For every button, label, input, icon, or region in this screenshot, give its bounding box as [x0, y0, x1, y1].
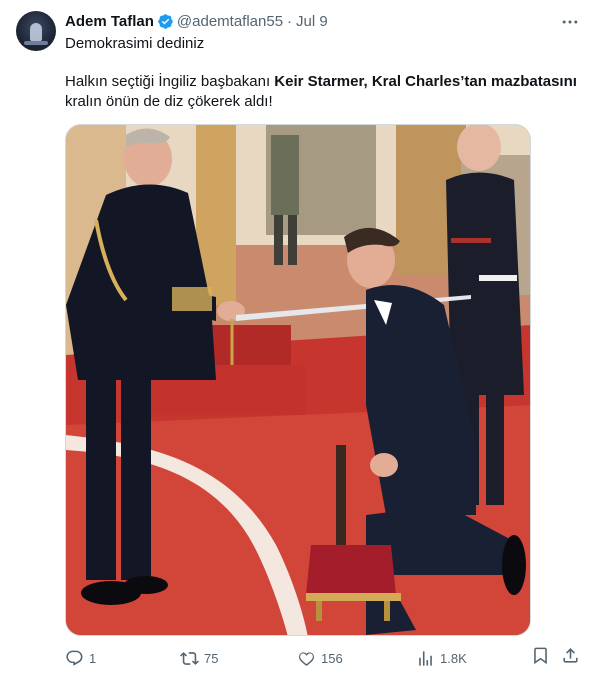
like-count: 156	[321, 650, 343, 666]
tweet-body: Halkın seçtiği İngiliz başbakanı Keir St…	[65, 72, 580, 112]
views-button[interactable]: 1.8K	[416, 646, 467, 670]
action-bar: 1 75 156 1.8K	[65, 646, 580, 670]
heart-icon	[299, 651, 314, 666]
author-handle[interactable]: @ademtaflan55	[177, 13, 283, 30]
retweet-button[interactable]: 75	[180, 646, 218, 670]
like-button[interactable]: 156	[297, 646, 343, 670]
tweet-media-photo[interactable]	[65, 124, 531, 636]
bookmark-icon	[534, 647, 547, 665]
retweet-count: 75	[204, 650, 219, 666]
bookmark-button[interactable]	[531, 646, 550, 670]
tweet: Adem Taflan @ademtaflan55 · Jul 9 Demokr…	[0, 0, 596, 675]
share-icon	[563, 648, 578, 663]
view-count: 1.8K	[440, 650, 467, 666]
reply-button[interactable]: 1	[65, 646, 96, 670]
reply-count: 1	[89, 650, 97, 666]
author-name[interactable]: Adem Taflan	[65, 13, 154, 30]
verified-badge-icon	[158, 13, 173, 29]
tweet-header: Adem Taflan @ademtaflan55 · Jul 9	[65, 11, 328, 31]
separator-dot: ·	[287, 12, 293, 30]
body-text-part1: Halkın seçtiği İngiliz başbakanı	[65, 73, 275, 90]
tweet-text-line1: Demokrasimi dediniz	[65, 35, 205, 52]
reply-icon	[66, 650, 83, 666]
retweet-icon	[180, 651, 199, 665]
tweet-date[interactable]: Jul 9	[296, 13, 328, 30]
body-text-part2: kralın önün de diz çökerek aldı!	[65, 93, 273, 110]
body-text-bold: Keir Starmer, Kral Charles’tan mazbatası…	[274, 73, 577, 90]
share-button[interactable]	[561, 646, 580, 670]
views-icon	[419, 650, 432, 666]
author-avatar[interactable]	[16, 11, 56, 51]
more-dots-icon[interactable]	[560, 12, 580, 32]
